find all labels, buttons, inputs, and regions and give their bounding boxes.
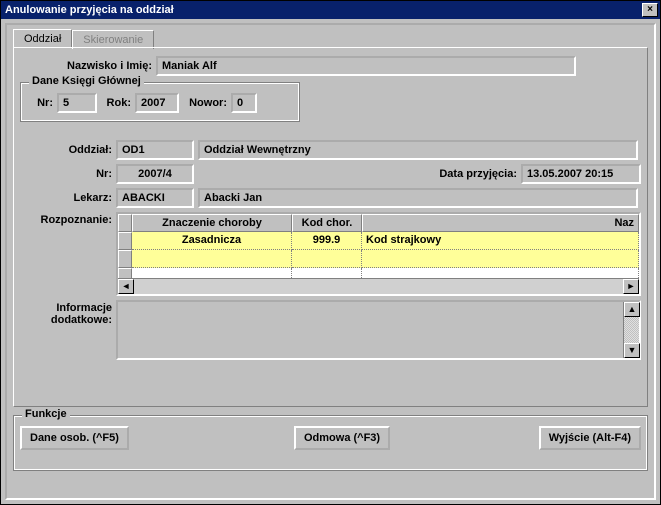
col-znaczenie[interactable]: Znaczenie choroby	[132, 214, 292, 232]
scroll-track[interactable]	[134, 279, 623, 294]
label-rok: Rok:	[97, 97, 135, 109]
tab-panel: Nazwisko i Imię: Dane Księgi Głównej Nr:…	[13, 47, 648, 407]
label-lekarz: Lekarz:	[20, 192, 116, 204]
group-funkcje: Funkcje Dane osob. (^F5) Odmowa (^F3) Wy…	[13, 415, 648, 471]
label-nowor: Nowor:	[179, 97, 231, 109]
table-row[interactable]	[118, 250, 639, 268]
row-header-icon	[118, 250, 132, 268]
lekarz-kod-field[interactable]	[116, 188, 194, 208]
tab-strip: Oddział Skierowanie	[13, 29, 648, 48]
label-data-przyjecia: Data przyjęcia:	[439, 168, 521, 180]
rozpoznanie-grid[interactable]: Znaczenie choroby Kod chor. Naz Zasadnic…	[116, 212, 641, 296]
nr-kg-field[interactable]	[57, 93, 97, 113]
nazwisko-field[interactable]	[156, 56, 576, 76]
scroll-left-icon[interactable]: ◄	[118, 279, 134, 294]
window-title: Anulowanie przyjęcia na oddział	[5, 4, 642, 16]
label-info-dodatkowe: Informacje dodatkowe:	[20, 300, 116, 326]
group-dane-ksiegi: Dane Księgi Głównej Nr: Rok: Nowor:	[20, 82, 300, 122]
label-oddzial: Oddział:	[20, 144, 116, 156]
info-dodatkowe-memo[interactable]: ▲ ▼	[116, 300, 641, 360]
label-rozpoznanie: Rozpoznanie:	[20, 212, 116, 226]
col-kod[interactable]: Kod chor.	[292, 214, 362, 232]
wyjscie-button[interactable]: Wyjście (Alt-F4)	[539, 426, 641, 450]
odmowa-button[interactable]: Odmowa (^F3)	[294, 426, 390, 450]
legend-funkcje: Funkcje	[22, 408, 70, 420]
dane-osob-button[interactable]: Dane osob. (^F5)	[20, 426, 129, 450]
rok-field[interactable]	[135, 93, 179, 113]
scroll-track[interactable]	[624, 317, 639, 343]
grid-header: Znaczenie choroby Kod chor. Naz	[118, 214, 639, 232]
label-nr: Nr:	[20, 168, 116, 180]
close-icon[interactable]: ×	[642, 3, 658, 17]
oddzial-nazwa-field[interactable]	[198, 140, 638, 160]
legend-dane-ksiegi: Dane Księgi Głównej	[29, 75, 144, 87]
scroll-up-icon[interactable]: ▲	[624, 302, 640, 317]
label-nazwisko: Nazwisko i Imię:	[20, 60, 156, 72]
grid-corner	[118, 214, 132, 232]
tab-oddzial[interactable]: Oddział	[13, 29, 72, 48]
titlebar: Anulowanie przyjęcia na oddział ×	[1, 1, 660, 19]
col-naz[interactable]: Naz	[362, 214, 639, 232]
oddzial-kod-field[interactable]	[116, 140, 194, 160]
scroll-down-icon[interactable]: ▼	[624, 343, 640, 358]
data-przyjecia-field[interactable]	[521, 164, 641, 184]
nowor-field[interactable]	[231, 93, 257, 113]
cell-naz: Kod strajkowy	[362, 232, 639, 250]
table-row[interactable]: Zasadnicza 999.9 Kod strajkowy	[118, 232, 639, 250]
label-nr-kg: Nr:	[29, 97, 57, 109]
lekarz-nazwa-field[interactable]	[198, 188, 638, 208]
memo-vscrollbar[interactable]: ▲ ▼	[623, 302, 639, 358]
row-header-icon	[118, 232, 132, 250]
client-area: Oddział Skierowanie Nazwisko i Imię: Dan…	[5, 23, 656, 500]
scroll-right-icon[interactable]: ►	[623, 279, 639, 294]
grid-hscrollbar[interactable]: ◄ ►	[118, 278, 639, 294]
nr-field[interactable]	[116, 164, 194, 184]
cell-kod: 999.9	[292, 232, 362, 250]
dialog-window: Anulowanie przyjęcia na oddział × Oddzia…	[0, 0, 661, 505]
cell-znaczenie: Zasadnicza	[132, 232, 292, 250]
